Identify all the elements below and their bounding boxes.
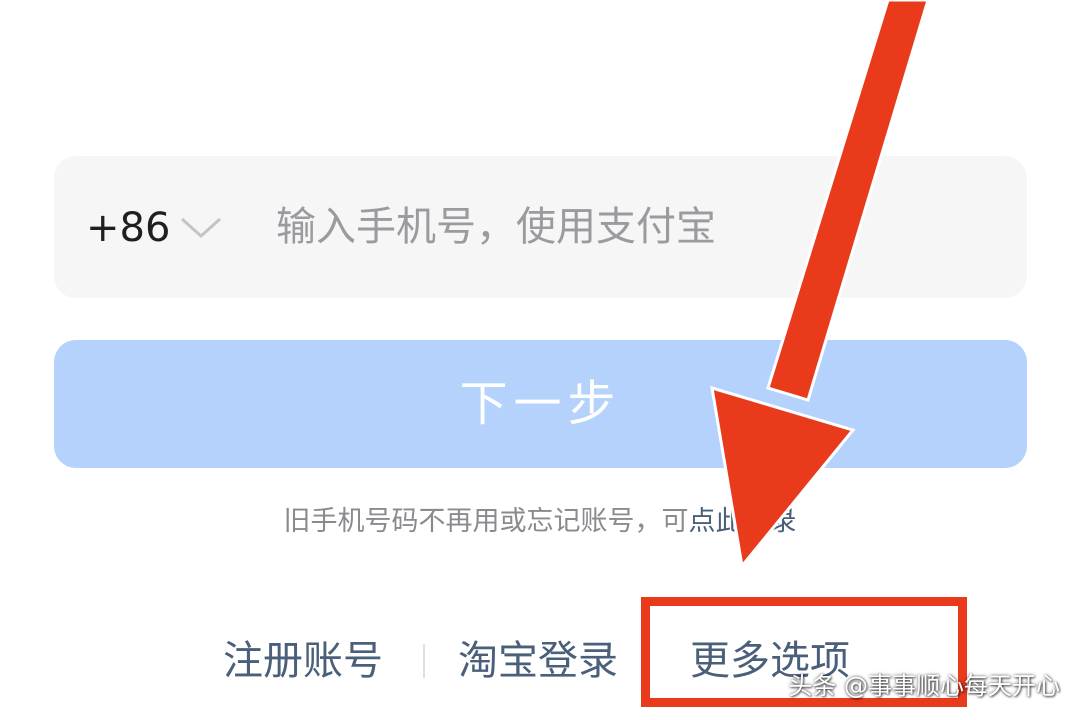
watermark: 头条 @事事顺心每天开心 [788,672,1060,700]
country-code-selector[interactable]: +86 [86,200,170,256]
phone-number-input[interactable] [276,192,976,262]
taobao-login-link[interactable]: 淘宝登录 [458,626,618,696]
account-recovery-hint: 旧手机号码不再用或忘记账号，可点此登录 [0,500,1080,544]
click-here-login-link[interactable]: 点此登录 [689,506,797,537]
link-divider [423,644,425,678]
chevron-down-icon[interactable] [179,216,223,240]
register-account-link[interactable]: 注册账号 [223,626,383,696]
phone-field: +86 [54,156,1027,298]
next-step-button[interactable]: 下一步 [54,340,1027,468]
hint-text: 旧手机号码不再用或忘记账号，可 [283,506,689,537]
